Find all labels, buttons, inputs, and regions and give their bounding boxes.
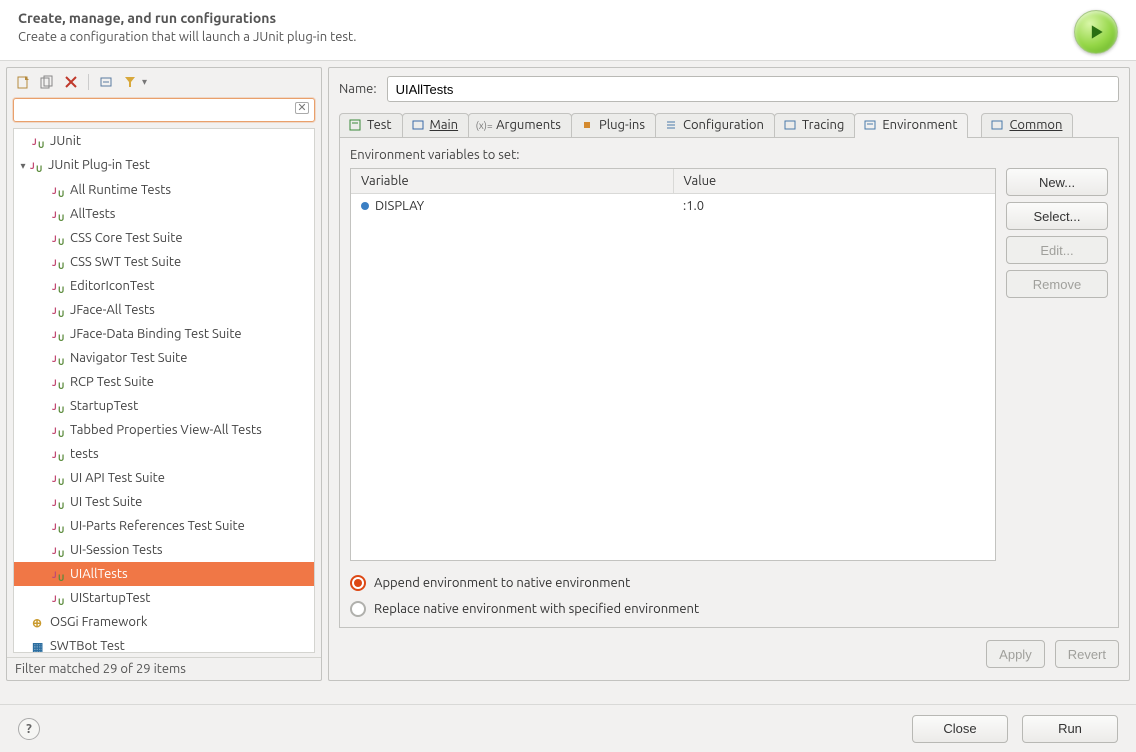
tab-configuration[interactable]: Configuration [655,113,775,137]
filter-status: Filter matched 29 of 29 items [7,657,321,680]
apply-button[interactable]: Apply [986,640,1045,668]
tree-item[interactable]: UI Test Suite [14,490,314,514]
tree-item[interactable]: RCP Test Suite [14,370,314,394]
tab-test[interactable]: Test [339,113,403,137]
radio-append[interactable] [350,575,366,591]
tree-item[interactable]: UI API Test Suite [14,466,314,490]
filter-input[interactable] [13,98,315,122]
edit-button[interactable]: Edit... [1006,236,1108,264]
tree-item[interactable]: AllTests [14,202,314,226]
tree-item[interactable]: UIStartupTest [14,586,314,610]
tab-common[interactable]: Common [981,113,1073,137]
tab-strip: Test Main (x)=Arguments Plug-ins Configu… [339,112,1119,138]
radio-replace[interactable] [350,601,366,617]
configurations-sidebar: ▾ ✕ JUnit ▾JUnit Plug-in Test All Runtim… [6,67,322,681]
remove-button[interactable]: Remove [1006,270,1108,298]
tree-item[interactable]: Navigator Test Suite [14,346,314,370]
radio-replace-row[interactable]: Replace native environment with specifie… [350,601,1108,617]
tree-group-swtbot[interactable]: SWTBot Test [14,634,314,653]
tree-item[interactable]: CSS SWT Test Suite [14,250,314,274]
tracing-icon [783,118,797,132]
radio-replace-label: Replace native environment with specifie… [374,602,699,616]
tree-item[interactable]: CSS Core Test Suite [14,226,314,250]
collapse-all-icon[interactable] [96,72,116,92]
tree-item[interactable]: tests [14,442,314,466]
configuration-panel: Name: Test Main (x)=Arguments Plug-ins C… [328,67,1130,681]
test-icon [348,118,362,132]
tree-item[interactable]: All Runtime Tests [14,178,314,202]
tree-group-junit-plugin[interactable]: ▾JUnit Plug-in Test [14,153,314,178]
env-var-icon [361,202,369,210]
plugins-icon [580,118,594,132]
environment-icon [863,118,877,132]
env-section-label: Environment variables to set: [350,148,1108,162]
tree-item[interactable]: JFace-All Tests [14,298,314,322]
env-row[interactable]: DISPLAY :1.0 [351,194,995,218]
dialog-title: Create, manage, and run configurations [18,10,356,26]
filter-icon[interactable] [120,72,140,92]
tree-item[interactable]: Tabbed Properties View-All Tests [14,418,314,442]
env-table[interactable]: Variable Value DISPLAY :1.0 [350,168,996,561]
arguments-icon: (x)= [477,118,491,132]
tree-group-junit[interactable]: JUnit [14,129,314,153]
tab-plugins[interactable]: Plug-ins [571,113,656,137]
new-config-icon[interactable] [13,72,33,92]
radio-append-row[interactable]: Append environment to native environment [350,575,1108,591]
sidebar-toolbar: ▾ [7,68,321,96]
tree-item[interactable]: EditorIconTest [14,274,314,298]
toolbar-separator [88,74,89,90]
env-col-value[interactable]: Value [674,169,996,194]
radio-append-label: Append environment to native environment [374,576,630,590]
name-label: Name: [339,82,377,96]
tree-item-selected[interactable]: UIAllTests [14,562,314,586]
env-col-variable[interactable]: Variable [351,169,674,194]
tab-environment[interactable]: Environment [854,113,968,138]
revert-button[interactable]: Revert [1055,640,1119,668]
tree-item[interactable]: JFace-Data Binding Test Suite [14,322,314,346]
expand-icon[interactable]: ▾ [18,156,28,176]
duplicate-config-icon[interactable] [37,72,57,92]
run-button[interactable]: Run [1022,715,1118,743]
new-button[interactable]: New... [1006,168,1108,196]
env-cell-value: :1.0 [673,194,995,218]
configurations-tree[interactable]: JUnit ▾JUnit Plug-in Test All Runtime Te… [13,128,315,653]
tab-tracing[interactable]: Tracing [774,113,855,137]
close-button[interactable]: Close [912,715,1008,743]
select-button[interactable]: Select... [1006,202,1108,230]
name-input[interactable] [387,76,1119,102]
main-icon [411,118,425,132]
tab-arguments[interactable]: (x)=Arguments [468,113,572,137]
dropdown-arrow-icon[interactable]: ▾ [142,76,147,88]
dialog-header: Create, manage, and run configurations C… [0,0,1136,61]
configuration-icon [664,118,678,132]
env-cell-name: DISPLAY [351,194,673,218]
tree-item[interactable]: UI-Parts References Test Suite [14,514,314,538]
clear-filter-icon[interactable]: ✕ [295,102,309,114]
dialog-footer: ? Close Run [0,704,1136,752]
tab-main[interactable]: Main [402,113,470,137]
run-banner-icon [1074,10,1118,54]
tree-group-osgi[interactable]: OSGi Framework [14,610,314,634]
help-icon[interactable]: ? [18,718,40,740]
dialog-subtitle: Create a configuration that will launch … [18,30,356,44]
tab-body-environment: Environment variables to set: Variable V… [339,138,1119,628]
tree-item[interactable]: UI-Session Tests [14,538,314,562]
common-icon [990,118,1004,132]
delete-config-icon[interactable] [61,72,81,92]
tree-item[interactable]: StartupTest [14,394,314,418]
